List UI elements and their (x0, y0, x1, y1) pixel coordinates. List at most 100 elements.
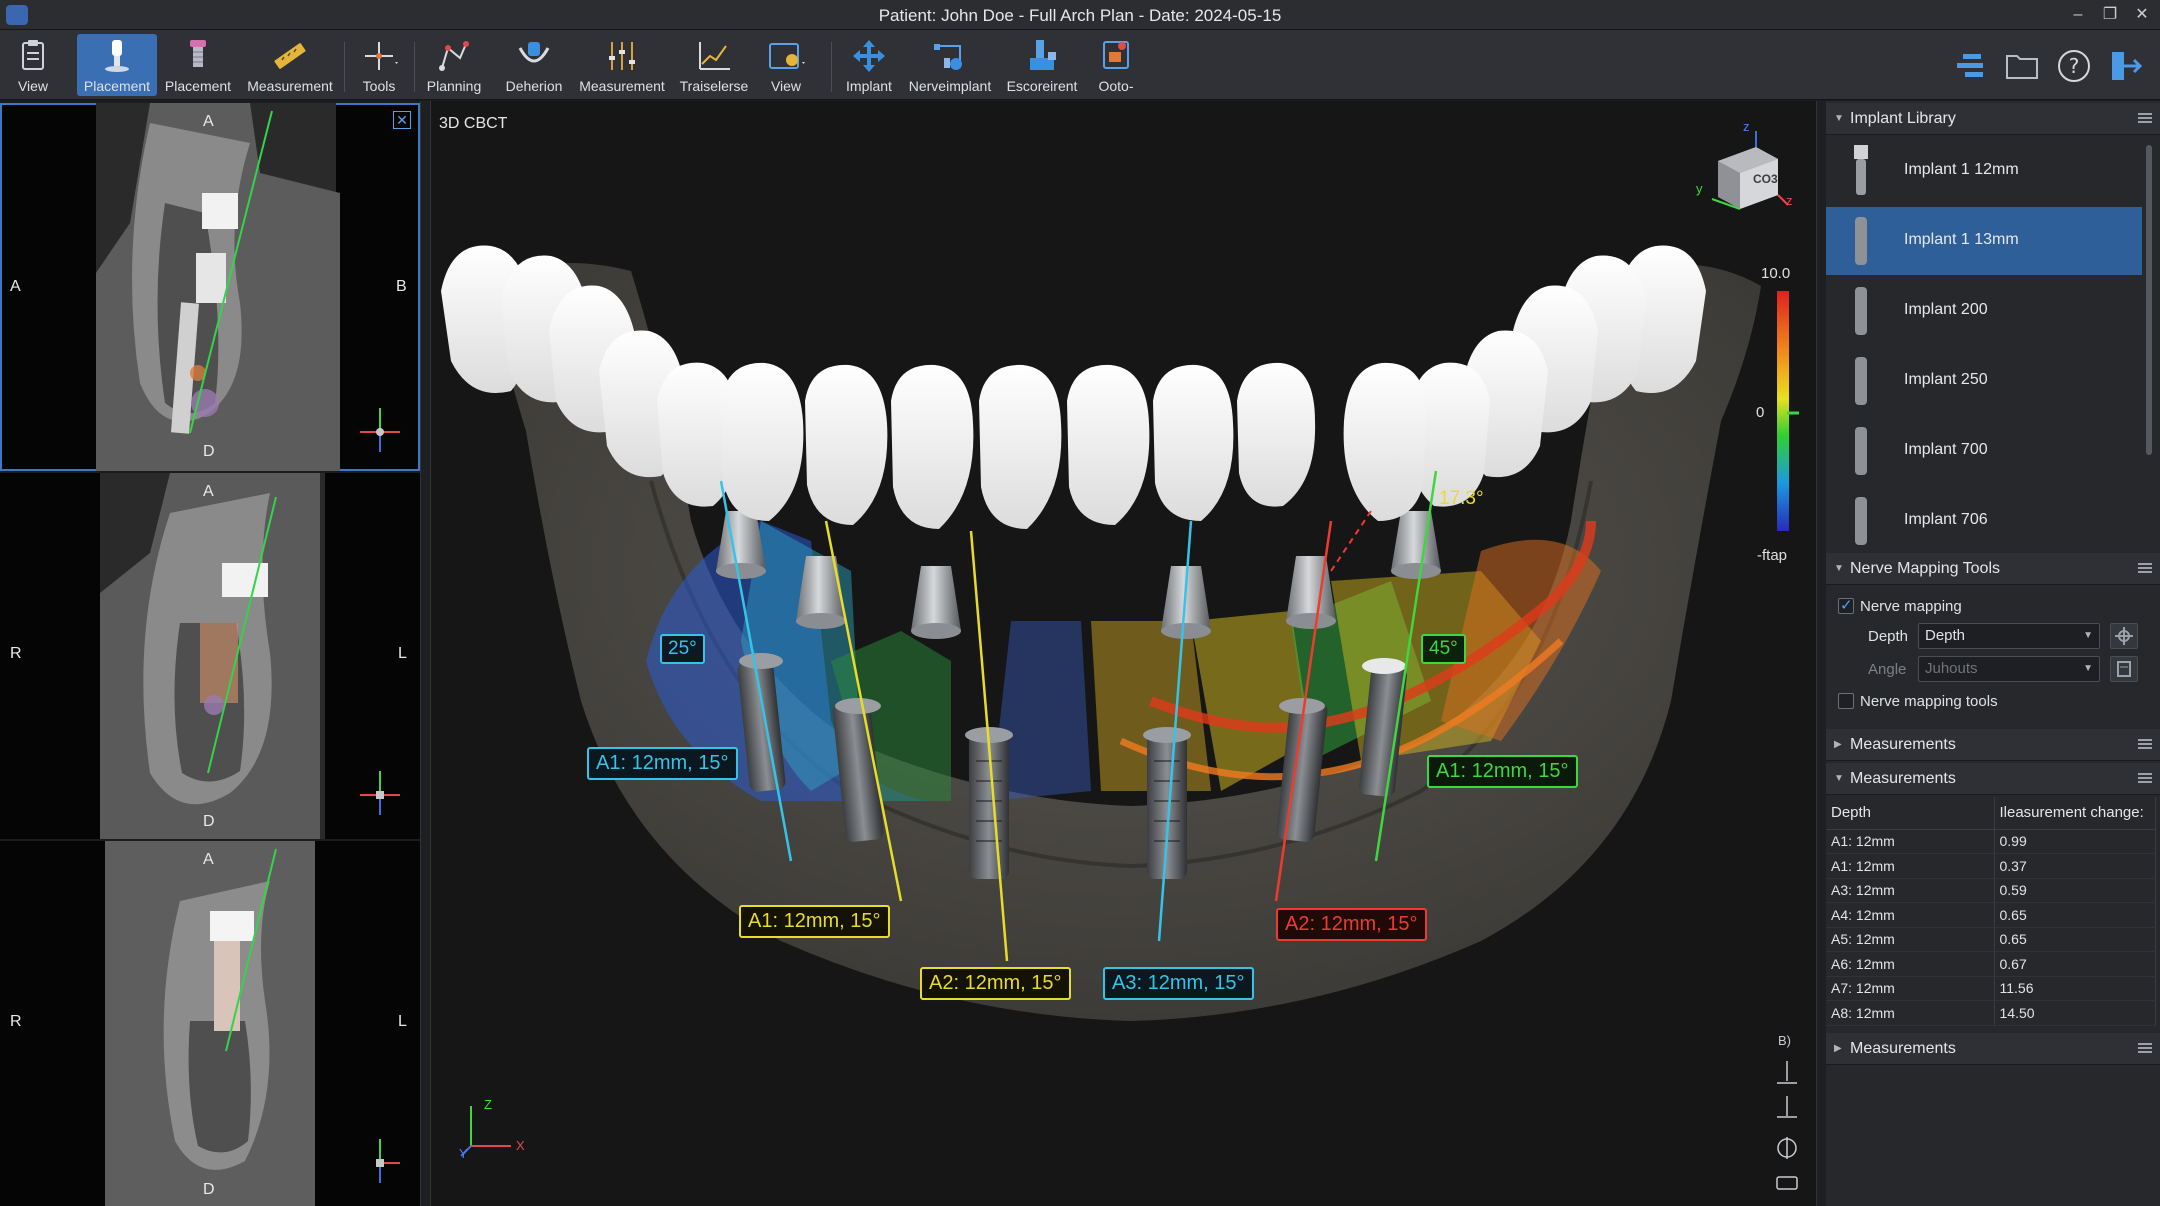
toolbar-tools-button[interactable]: Tools (352, 34, 406, 96)
panel-menu-icon[interactable] (2138, 563, 2152, 573)
toolbar-view2-button[interactable]: View (760, 34, 812, 96)
table-header-change[interactable]: Ileasurement change: (1994, 797, 2156, 830)
toolbar-nerveimplant-button[interactable]: Nerveimplant (905, 34, 995, 96)
help-icon[interactable]: ? (2056, 48, 2092, 84)
toolbar-separator (414, 42, 415, 92)
chevron-down-icon: ▼ (2083, 630, 2093, 641)
implant-library-item[interactable]: Implant 200 (1826, 277, 2142, 345)
table-row[interactable]: A8: 12mm 14.50 (1826, 1000, 2156, 1026)
panel-menu-icon[interactable] (2138, 113, 2152, 123)
measurements-header-3[interactable]: ▶ Measurements (1826, 1033, 2160, 1065)
implant-name: Implant 200 (1904, 301, 1988, 318)
depth-select-value: Depth (1925, 627, 1966, 644)
nerve-mapping-title: Nerve Mapping Tools (1850, 560, 2001, 577)
table-header-depth[interactable]: Depth (1826, 797, 1995, 830)
window-title: Patient: John Doe - Full Arch Plan - Dat… (878, 6, 1282, 25)
toolbar-traiselerse-button[interactable]: Traiselerse (676, 34, 752, 96)
restore-button[interactable]: ❐ (2095, 3, 2125, 27)
svg-text:?: ? (2069, 54, 2080, 78)
implant-label-a3-cyan[interactable]: A3: 12mm, 15° (1103, 967, 1254, 1000)
collapse-arrow-icon: ▼ (1834, 113, 1844, 124)
slice-label-top: A (203, 113, 214, 130)
implant-placement-icon (105, 40, 129, 72)
slice-label-bottom: D (203, 813, 215, 830)
angle-settings-button[interactable] (2110, 656, 2138, 682)
implant-library-item[interactable]: Implant 700 (1826, 417, 2142, 485)
measurements-header-2[interactable]: ▼ Measurements (1826, 763, 2160, 795)
toolbar-planning-button[interactable]: Planning (422, 34, 486, 96)
measurements-header-1[interactable]: ▶ Measurements (1826, 729, 2160, 761)
toolbar-measurement-button[interactable]: Measurement (244, 34, 336, 96)
nerve-mapping-tools-checkbox[interactable] (1838, 693, 1854, 709)
implant-label-a1-yellow[interactable]: A1: 12mm, 15° (739, 905, 890, 938)
table-row[interactable]: A7: 12mm 11.56 (1826, 976, 2156, 1001)
angle-select[interactable]: Juhouts ▼ (1918, 656, 2100, 682)
right-panel: ▼ Implant Library Implant 1 12mm Implant… (1826, 101, 2160, 1206)
right-splitter[interactable] (1816, 101, 1826, 1206)
exit-icon[interactable] (2108, 48, 2144, 84)
row-name: A1: 12mm (1826, 853, 1995, 879)
3d-cbct-viewport[interactable]: 3D CBCT CO3 z y z 10.0 0 -ftap 25° 45° 1… (431, 101, 1816, 1206)
toolbar-view-button[interactable]: View (4, 34, 62, 96)
collapse-arrow-icon: ▼ (1834, 563, 1844, 574)
ruler-icon (274, 43, 306, 69)
implant-library-item[interactable]: Implant 250 (1826, 347, 2142, 415)
toolbar-measurement2-button[interactable]: Measurement (576, 34, 668, 96)
slice-axis-gizmo-icon (360, 408, 400, 452)
slice-view-coronal[interactable]: A D R L (0, 473, 420, 839)
slice-view-sagittal[interactable]: A D A B ✕ (0, 103, 420, 471)
angle-label-25[interactable]: 25° (660, 634, 705, 664)
table-row[interactable]: A6: 12mm 0.67 (1826, 951, 2156, 977)
panel-menu-icon[interactable] (2138, 739, 2152, 749)
minimize-button[interactable]: – (2063, 3, 2093, 27)
left-splitter[interactable] (420, 101, 431, 1206)
close-button[interactable]: ✕ (2127, 3, 2157, 27)
implant-label-a2-yellow[interactable]: A2: 12mm, 15° (920, 967, 1071, 1000)
slice-label-right: B (396, 278, 407, 295)
panel-menu-icon[interactable] (2138, 773, 2152, 783)
implant-library-header[interactable]: ▼ Implant Library (1826, 103, 2160, 135)
slice-label-left: R (10, 1013, 22, 1030)
toolbar-tools-label: Tools (362, 78, 396, 94)
toolbar-deherion-button[interactable]: Deherion (499, 34, 569, 96)
main-toolbar: View Placement Placement Measurement Too… (0, 30, 2160, 100)
toolbar-placement-button[interactable]: Placement (77, 34, 157, 96)
folder-icon[interactable] (2004, 48, 2040, 84)
table-row[interactable]: A3: 12mm 0.59 (1826, 878, 2156, 903)
angle-label-45[interactable]: 45° (1421, 634, 1466, 664)
implant-label-a1-green[interactable]: A1: 12mm, 15° (1427, 755, 1578, 788)
toolbar-separator (831, 42, 832, 92)
toolbar-placement-alt-button[interactable]: Placement (162, 34, 234, 96)
implant-library-item[interactable]: Implant 1 12mm (1826, 137, 2142, 205)
implant-label-a2-red[interactable]: A2: 12mm, 15° (1276, 908, 1427, 941)
implant-library-title: Implant Library (1850, 110, 1956, 127)
depth-settings-button[interactable] (2110, 623, 2138, 649)
pane-maximize-icon[interactable]: ✕ (393, 111, 411, 129)
implant-thumbnail-icon (1855, 497, 1867, 545)
slice-label-left: R (10, 645, 22, 662)
panel-menu-icon[interactable] (2138, 1043, 2152, 1053)
implant-label-a1-cyan[interactable]: A1: 12mm, 15° (587, 747, 738, 780)
implant-name: Implant 706 (1904, 511, 1988, 528)
colorbar-min-label: -ftap (1757, 547, 1788, 564)
nerve-mapping-checkbox[interactable] (1838, 596, 1854, 614)
toolbar-ooto-button[interactable]: Ooto- (1090, 34, 1142, 96)
toolbar-escoreirent-label: Escoreirent (1006, 78, 1078, 94)
toolbar-escoreirent-button[interactable]: Escoreirent (1002, 34, 1082, 96)
toolbar-traiselerse-label: Traiselerse (679, 78, 749, 94)
implant-library-item[interactable]: Implant 1 13mm (1826, 207, 2142, 275)
nerve-mapping-label: Nerve mapping (1860, 598, 1962, 615)
table-row[interactable]: A1: 12mm 0.37 (1826, 853, 2156, 879)
table-row[interactable]: A1: 12mm 0.99 (1826, 829, 2156, 854)
table-row[interactable]: A5: 12mm 0.65 (1826, 927, 2156, 952)
toolbar-separator (344, 42, 345, 92)
table-row[interactable]: A4: 12mm 0.65 (1826, 902, 2156, 928)
side-tool-label: B) (1778, 1033, 1791, 1048)
implant-library-item[interactable]: Implant 706 (1826, 487, 2142, 555)
nerve-mapping-header[interactable]: ▼ Nerve Mapping Tools (1826, 553, 2160, 585)
toolbar-implant-button[interactable]: Implant (838, 34, 900, 96)
library-scrollbar[interactable] (2146, 145, 2152, 455)
slice-view-axial[interactable]: A D R L (0, 841, 420, 1206)
depth-select[interactable]: Depth ▼ (1918, 623, 2100, 649)
layers-icon[interactable] (1953, 48, 1989, 84)
